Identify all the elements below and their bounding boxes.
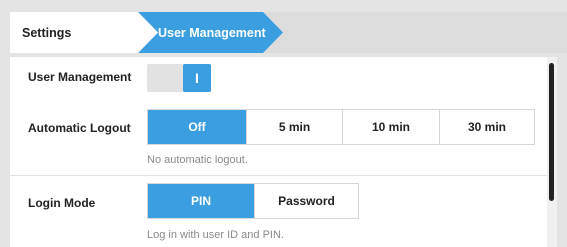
logout-option-off-label: Off <box>188 120 206 134</box>
toggle-on-indicator: I <box>195 70 199 86</box>
login-mode-helper: Log in with user ID and PIN. <box>147 229 284 241</box>
breadcrumb-user-management-label: User Management <box>158 25 266 40</box>
user-management-label: User Management <box>28 70 132 84</box>
login-mode-option-pin-label: PIN <box>190 194 211 208</box>
automatic-logout-segmented-control: Off 5 min 10 min 30 min <box>147 109 535 145</box>
vertical-scrollbar[interactable] <box>547 57 557 247</box>
logout-option-10-min[interactable]: 10 min <box>342 110 439 144</box>
settings-panel: User Management I Automatic Logout Off 5… <box>10 57 557 247</box>
login-mode-option-password[interactable]: Password <box>254 184 358 218</box>
logout-option-30-min[interactable]: 30 min <box>439 110 534 144</box>
toggle-knob: I <box>183 64 211 92</box>
breadcrumb: Settings User Management <box>10 12 567 53</box>
login-mode-option-password-label: Password <box>278 194 335 208</box>
scrollbar-thumb[interactable] <box>549 63 554 201</box>
login-mode-row: Login Mode PIN Password Log in with user… <box>10 176 547 247</box>
logout-option-off[interactable]: Off <box>148 110 246 144</box>
user-management-toggle[interactable]: I <box>147 64 211 92</box>
logout-option-5-min-label: 5 min <box>278 120 311 134</box>
automatic-logout-row: Automatic Logout Off 5 min 10 min 30 min… <box>10 99 547 175</box>
breadcrumb-settings-label: Settings <box>22 25 72 40</box>
automatic-logout-helper: No automatic logout. <box>147 154 248 166</box>
login-mode-segmented-control: PIN Password <box>147 183 359 219</box>
user-management-row: User Management I <box>10 57 547 99</box>
logout-option-30-min-label: 30 min <box>467 120 506 134</box>
logout-option-5-min[interactable]: 5 min <box>246 110 342 144</box>
login-mode-label: Login Mode <box>28 196 96 210</box>
automatic-logout-label: Automatic Logout <box>28 121 131 135</box>
breadcrumb-settings[interactable]: Settings <box>10 12 158 53</box>
login-mode-option-pin[interactable]: PIN <box>148 184 254 218</box>
logout-option-10-min-label: 10 min <box>371 120 410 134</box>
